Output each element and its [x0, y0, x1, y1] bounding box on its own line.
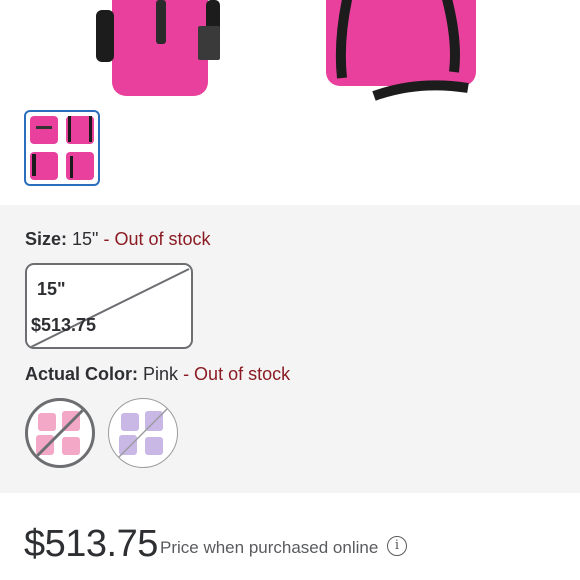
size-stock-status: - Out of stock	[103, 229, 211, 249]
size-label: Size:	[25, 229, 68, 249]
color-label: Actual Color:	[25, 364, 139, 384]
color-option-label: Actual Color: Pink - Out of stock	[25, 364, 290, 385]
size-option-name: 15"	[37, 279, 66, 299]
size-option-price: $513.75	[31, 315, 97, 335]
price-section: $513.75 Price when purchased online i	[0, 493, 580, 580]
product-price: $513.75	[24, 523, 158, 565]
product-image-back	[326, 0, 476, 101]
color-selected-value: Pink	[143, 364, 179, 384]
size-option-label: Size: 15" - Out of stock	[25, 229, 211, 250]
variant-options-panel: Size: 15" - Out of stock 15" $513.75 Act…	[0, 205, 580, 493]
color-swatch-pink[interactable]	[25, 398, 95, 468]
color-swatch-lavender[interactable]	[108, 398, 178, 468]
size-option-15-tile[interactable]: 15" $513.75	[25, 263, 193, 349]
info-icon[interactable]: i	[387, 536, 407, 556]
product-image-front	[96, 0, 220, 96]
color-stock-status: - Out of stock	[183, 364, 291, 384]
size-selected-value: 15"	[72, 229, 99, 249]
unavailable-strike-icon	[30, 268, 190, 347]
lavender-backpack-swatch-icon	[114, 404, 172, 462]
backpack-thumbnail-icon	[30, 116, 94, 180]
price-note: Price when purchased online	[160, 538, 379, 557]
pink-backpack-swatch-icon	[32, 405, 88, 461]
product-image-gallery	[0, 0, 580, 205]
gallery-thumbnail[interactable]	[24, 110, 100, 186]
